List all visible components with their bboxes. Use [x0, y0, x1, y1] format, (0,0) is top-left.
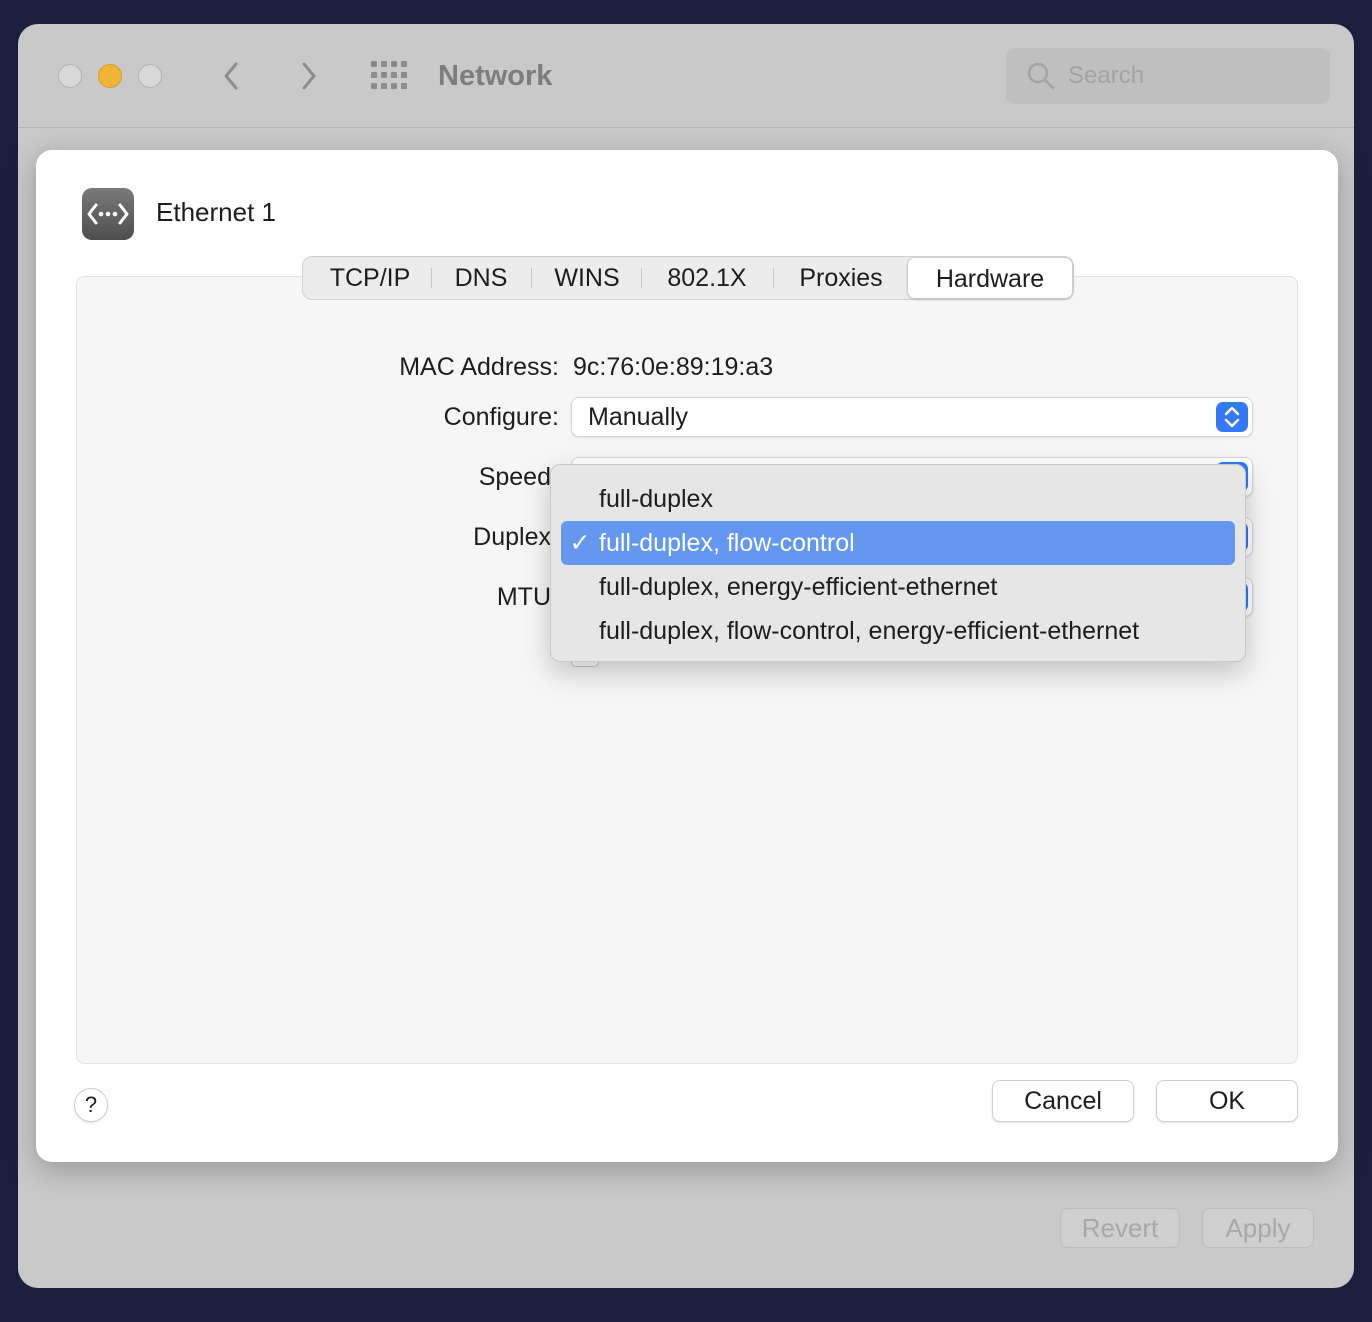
tab-tcpip[interactable]: TCP/IP: [311, 257, 429, 299]
menu-item-label: full-duplex, energy-efficient-ethernet: [599, 573, 998, 601]
duplex-label: Duplex: [473, 523, 551, 551]
updown-arrows-icon: [1216, 402, 1248, 432]
configure-label: Configure:: [443, 403, 559, 431]
cancel-button[interactable]: Cancel: [992, 1080, 1134, 1122]
tab-bar: TCP/IP DNS WINS 802.1X Proxies Hardware: [302, 256, 1074, 300]
menu-item-label: full-duplex, flow-control: [599, 529, 855, 557]
speed-label: Speed: [478, 463, 551, 491]
tab-separator: [431, 268, 432, 288]
tab-separator: [773, 268, 774, 288]
duplex-dropdown-menu: full-duplex ✓ full-duplex, flow-control …: [550, 464, 1246, 662]
window-title: Network: [438, 60, 553, 92]
tab-8021x[interactable]: 802.1X: [645, 257, 769, 299]
close-light[interactable]: [58, 64, 82, 88]
checkmark-icon: ✓: [569, 529, 591, 557]
mtu-label: MTU: [496, 583, 551, 611]
tab-separator: [641, 268, 642, 288]
search-icon: [1027, 62, 1055, 90]
configure-value: Manually: [588, 403, 689, 431]
tab-hardware[interactable]: Hardware: [907, 257, 1073, 299]
zoom-light[interactable]: [138, 64, 162, 88]
ok-button[interactable]: OK: [1156, 1080, 1298, 1122]
interface-settings-sheet: Ethernet 1 MAC Address: 9c:76:0e:89:19:a…: [36, 150, 1338, 1162]
tab-proxies[interactable]: Proxies: [777, 257, 905, 299]
chevron-left-icon: [224, 62, 238, 90]
help-button[interactable]: ?: [74, 1088, 108, 1122]
forward-button[interactable]: [290, 56, 326, 96]
tab-wins[interactable]: WINS: [535, 257, 639, 299]
menu-item-label: full-duplex: [599, 485, 713, 513]
back-button[interactable]: [214, 56, 250, 96]
mac-address-label: MAC Address:: [399, 353, 559, 381]
mac-address-value: 9c:76:0e:89:19:a3: [573, 353, 774, 381]
menu-item-full-duplex-eee[interactable]: full-duplex, energy-efficient-ethernet: [561, 565, 1235, 609]
revert-button[interactable]: Revert: [1060, 1208, 1180, 1248]
apply-button[interactable]: Apply: [1202, 1208, 1314, 1248]
title-bar: Network Search: [18, 24, 1354, 128]
menu-item-full-duplex[interactable]: full-duplex: [561, 477, 1235, 521]
show-all-grid-icon[interactable]: [370, 60, 408, 90]
chevron-right-icon: [302, 62, 316, 90]
tab-dns[interactable]: DNS: [435, 257, 527, 299]
interface-name: Ethernet 1: [156, 197, 276, 227]
ethernet-icon: [82, 188, 134, 240]
menu-item-full-duplex-flow-control[interactable]: ✓ full-duplex, flow-control: [561, 521, 1235, 565]
tab-separator: [531, 268, 532, 288]
search-placeholder: Search: [1068, 62, 1145, 89]
menu-item-full-duplex-flow-control-eee[interactable]: full-duplex, flow-control, energy-effici…: [561, 609, 1235, 653]
minimize-light[interactable]: [98, 64, 122, 88]
search-field[interactable]: Search: [1006, 48, 1330, 104]
settings-panel: MAC Address: 9c:76:0e:89:19:a3 Configure…: [76, 276, 1298, 1064]
menu-item-label: full-duplex, flow-control, energy-effici…: [599, 617, 1140, 645]
configure-popup[interactable]: Manually: [571, 397, 1253, 437]
